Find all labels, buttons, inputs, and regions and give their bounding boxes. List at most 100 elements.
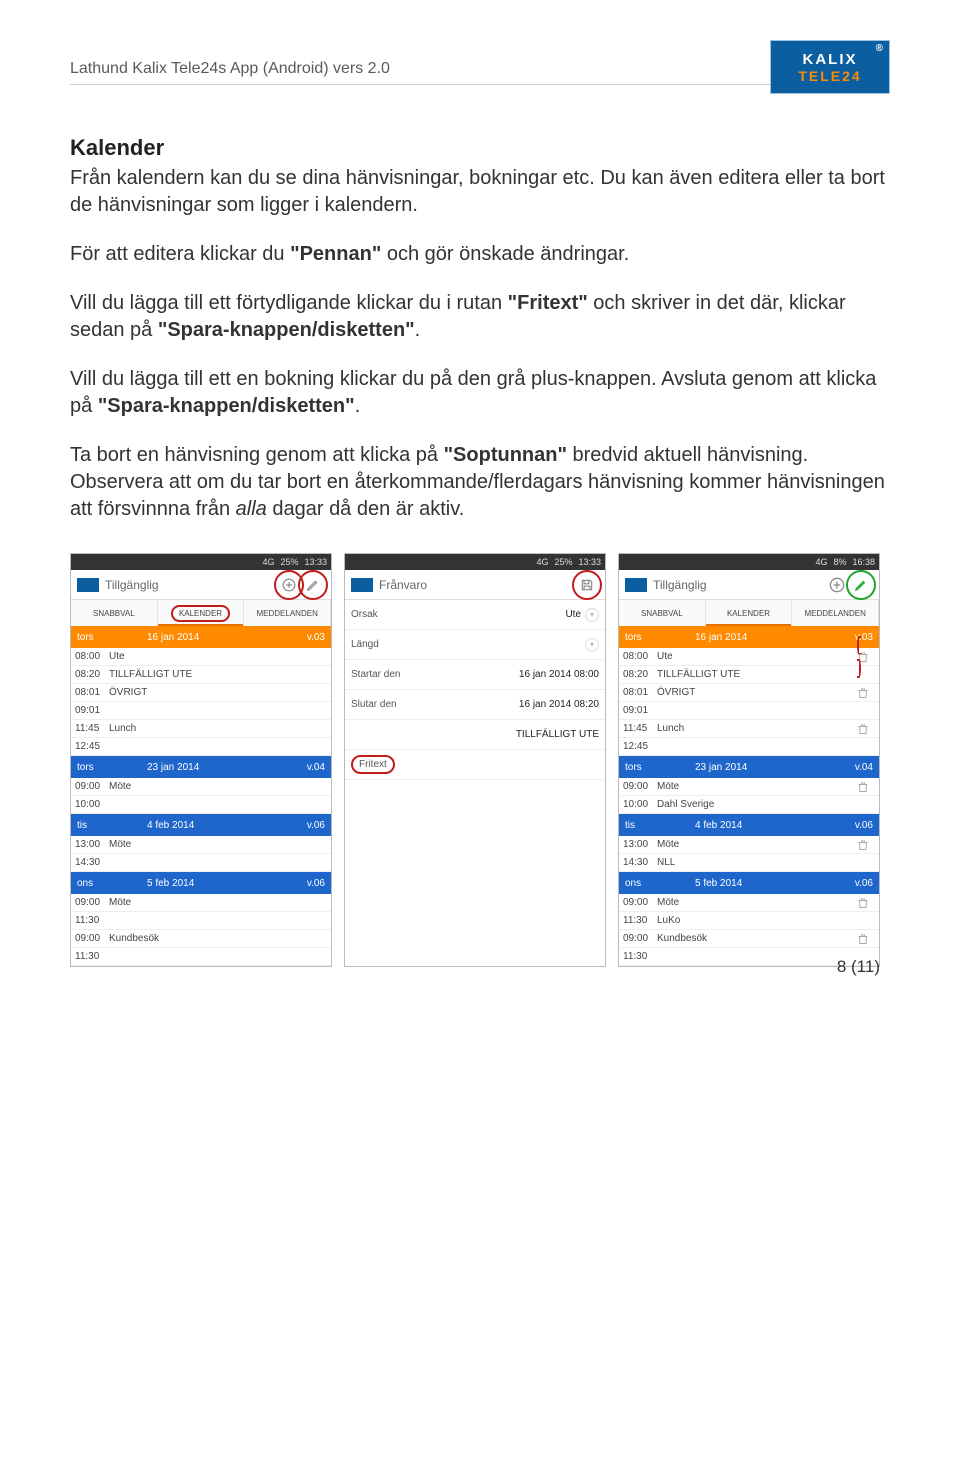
trash-icon	[857, 897, 869, 909]
event-row[interactable]: 13:00Möte	[71, 836, 331, 854]
phone-screenshot-1: 4G25%13:33 Tillgänglig SNABBVAL K	[70, 553, 332, 967]
trash-icon	[857, 651, 869, 663]
trash-icon	[857, 933, 869, 945]
event-row[interactable]: 08:20TILLFÄLLIGT UTE	[71, 666, 331, 684]
calendar-list: tors16 jan 2014v.0308:00Ute08:20TILLFÄLL…	[71, 626, 331, 966]
app-bar: Tillgänglig	[619, 570, 879, 600]
event-row[interactable]: 11:45Lunch	[619, 720, 879, 738]
trash-icon	[857, 781, 869, 793]
form-row[interactable]: TILLFÄLLIGT UTE	[345, 720, 605, 750]
page-footer: 8 (11)	[837, 957, 880, 977]
app-title: Frånvaro	[379, 578, 575, 592]
plus-icon	[282, 578, 296, 592]
tab-kalender[interactable]: KALENDER	[158, 600, 245, 626]
app-bar: Tillgänglig	[71, 570, 331, 600]
delete-button[interactable]	[857, 839, 875, 851]
day-header: tis4 feb 2014v.06	[619, 814, 879, 836]
screenshot-row: 4G25%13:33 Tillgänglig SNABBVAL K	[70, 553, 890, 967]
form-row[interactable]: Längd▾	[345, 630, 605, 660]
trash-icon	[857, 687, 869, 699]
app-title: Tillgänglig	[105, 578, 277, 592]
phone-screenshot-3: 4G8%16:38 Tillgänglig SNABBVAL KALENDER …	[618, 553, 880, 967]
doc-header: Lathund Kalix Tele24s App (Android) vers…	[70, 60, 890, 85]
form-row[interactable]: Slutar den16 jan 2014 08:20	[345, 690, 605, 720]
event-row[interactable]: 09:00Möte	[619, 894, 879, 912]
paragraph-4: Vill du lägga till ett en bokning klicka…	[70, 366, 890, 420]
delete-button[interactable]	[857, 640, 875, 674]
pencil-icon	[854, 578, 868, 592]
event-row[interactable]: 08:01ÖVRIGT	[619, 684, 879, 702]
app-logo-icon	[625, 578, 647, 592]
event-row[interactable]: 13:00Möte	[619, 836, 879, 854]
form-row[interactable]: Startar den16 jan 2014 08:00	[345, 660, 605, 690]
day-header: tors16 jan 2014v.03	[71, 626, 331, 648]
event-row[interactable]: 09:00Möte	[71, 778, 331, 796]
day-header: tors23 jan 2014v.04	[71, 756, 331, 778]
chevron-down-icon: ▾	[585, 608, 599, 622]
day-header: tis4 feb 2014v.06	[71, 814, 331, 836]
event-row[interactable]: 09:01	[619, 702, 879, 720]
day-header: ons5 feb 2014v.06	[71, 872, 331, 894]
pencil-icon	[306, 578, 320, 592]
paragraph-5: Ta bort en hänvisning genom att klicka p…	[70, 442, 890, 523]
tab-snabbval[interactable]: SNABBVAL	[619, 600, 706, 626]
event-row[interactable]: 09:00Kundbesök	[619, 930, 879, 948]
tab-snabbval[interactable]: SNABBVAL	[71, 600, 158, 626]
app-logo-icon	[77, 578, 99, 592]
status-bar: 4G8%16:38	[619, 554, 879, 570]
day-header: tors23 jan 2014v.04	[619, 756, 879, 778]
paragraph-3: Vill du lägga till ett förtydligande kli…	[70, 290, 890, 344]
day-header: ons5 feb 2014v.06	[619, 872, 879, 894]
app-title: Tillgänglig	[653, 578, 825, 592]
day-header: tors16 jan 2014v.03	[619, 626, 879, 648]
event-row[interactable]: 09:00Möte	[619, 778, 879, 796]
save-button[interactable]	[575, 573, 599, 597]
form-list: OrsakUte▾Längd▾Startar den16 jan 2014 08…	[345, 600, 605, 780]
event-row[interactable]: 09:00Kundbesök	[71, 930, 331, 948]
trash-icon	[857, 723, 869, 735]
tab-kalender[interactable]: KALENDER	[706, 600, 793, 626]
event-row[interactable]: 08:20TILLFÄLLIGT UTE	[619, 666, 879, 684]
event-row[interactable]: 11:45Lunch	[71, 720, 331, 738]
paragraph-2: För att editera klickar du "Pennan" och …	[70, 241, 890, 268]
event-row[interactable]: 14:30	[71, 854, 331, 872]
form-row[interactable]: Fritext	[345, 750, 605, 780]
delete-button[interactable]	[857, 781, 875, 793]
delete-button[interactable]	[857, 723, 875, 735]
tab-meddelanden[interactable]: MEDDELANDEN	[244, 600, 331, 626]
trash-icon	[857, 839, 869, 851]
edit-button[interactable]	[301, 573, 325, 597]
event-row[interactable]: 14:30NLL	[619, 854, 879, 872]
diskette-icon	[580, 578, 594, 592]
delete-button[interactable]	[857, 897, 875, 909]
tab-bar: SNABBVAL KALENDER MEDDELANDEN	[619, 600, 879, 626]
status-bar: 4G25%13:33	[345, 554, 605, 570]
paragraph-1: Från kalendern kan du se dina hänvisning…	[70, 165, 890, 219]
event-row[interactable]: 11:30LuKo	[619, 912, 879, 930]
delete-button[interactable]	[857, 933, 875, 945]
tab-meddelanden[interactable]: MEDDELANDEN	[792, 600, 879, 626]
chevron-down-icon: ▾	[585, 638, 599, 652]
app-logo-icon	[351, 578, 373, 592]
event-row[interactable]: 08:00Ute	[619, 648, 879, 666]
app-bar: Frånvaro	[345, 570, 605, 600]
tab-bar: SNABBVAL KALENDER MEDDELANDEN	[71, 600, 331, 626]
section-title: Kalender	[70, 135, 890, 161]
status-bar: 4G25%13:33	[71, 554, 331, 570]
edit-button[interactable]	[849, 573, 873, 597]
event-row[interactable]: 08:00Ute	[71, 648, 331, 666]
event-row[interactable]: 12:45	[619, 738, 879, 756]
delete-button[interactable]	[857, 687, 875, 699]
event-row[interactable]: 09:01	[71, 702, 331, 720]
form-row[interactable]: OrsakUte▾	[345, 600, 605, 630]
event-row[interactable]: 12:45	[71, 738, 331, 756]
phone-screenshot-2: 4G25%13:33 Frånvaro OrsakUte▾Längd▾Start…	[344, 553, 606, 967]
plus-icon	[829, 577, 845, 593]
event-row[interactable]: 08:01ÖVRIGT	[71, 684, 331, 702]
brand-logo: ® KALIX TELE24	[770, 40, 890, 94]
event-row[interactable]: 11:30	[71, 912, 331, 930]
event-row[interactable]: 10:00	[71, 796, 331, 814]
event-row[interactable]: 09:00Möte	[71, 894, 331, 912]
event-row[interactable]: 11:30	[71, 948, 331, 966]
event-row[interactable]: 10:00Dahl Sverige	[619, 796, 879, 814]
